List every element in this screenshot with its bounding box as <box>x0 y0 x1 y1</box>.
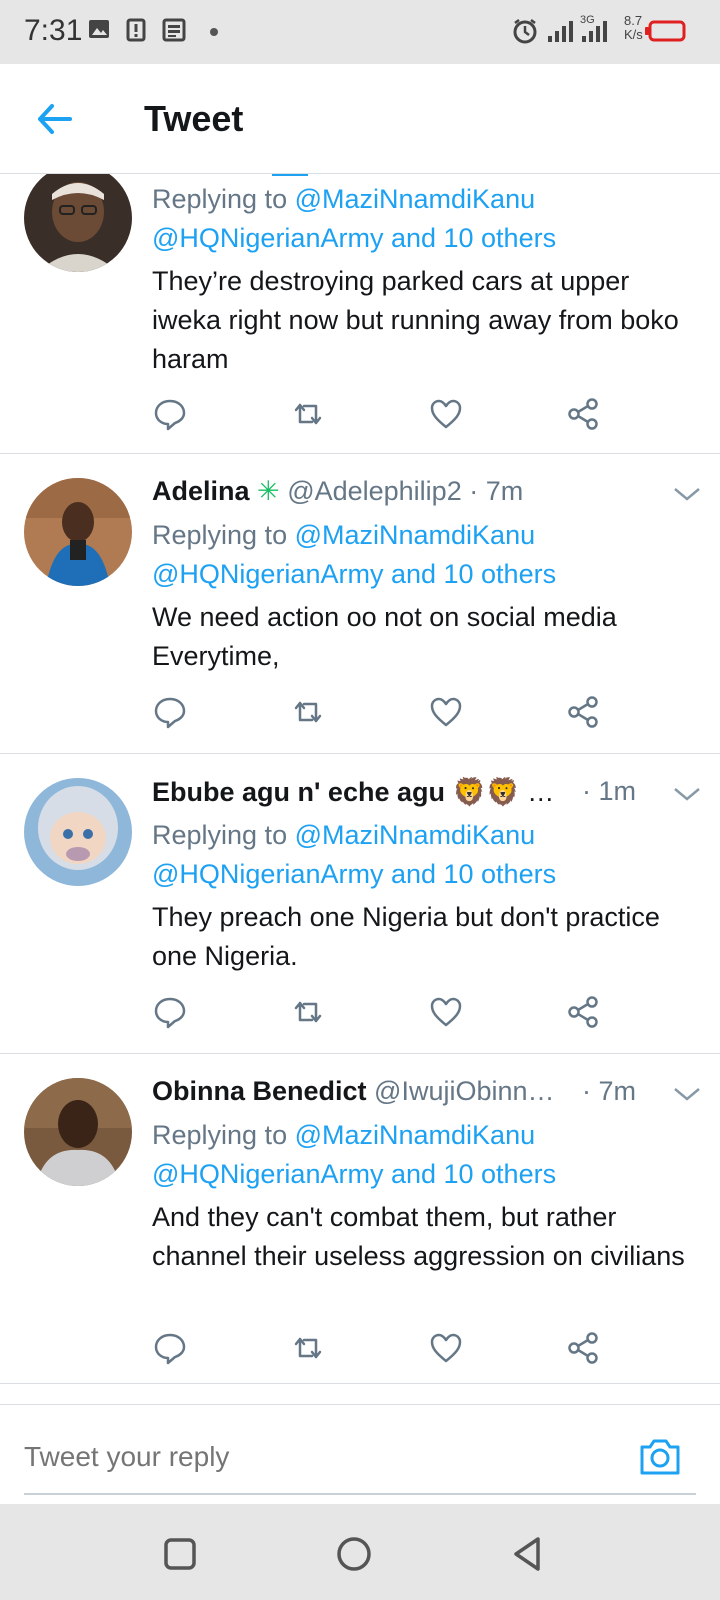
camera-icon[interactable] <box>638 1435 682 1477</box>
tweet-actions <box>152 694 612 734</box>
reply-icon[interactable] <box>152 994 188 1030</box>
tweet-time: · 7m <box>582 1076 636 1106</box>
avatar-image <box>24 174 132 272</box>
tweet-item[interactable]: Adelina ✳ @Adelephilip2 · 7m Replying to… <box>0 454 720 754</box>
retweet-icon[interactable] <box>290 396 326 432</box>
tweet-text: And they can't combat them, but rather c… <box>152 1202 685 1271</box>
share-icon[interactable] <box>566 694 602 730</box>
reply-icon[interactable] <box>152 1330 188 1366</box>
tweet-time: · 7m <box>469 476 524 506</box>
retweet-icon[interactable] <box>290 994 326 1030</box>
like-icon[interactable] <box>428 396 464 432</box>
mention-link[interactable]: @MaziNnamdiKanu <box>295 184 536 214</box>
tweet-text: They’re destroying parked cars at upper … <box>152 266 679 374</box>
tweet-feed[interactable]: Replying to @MaziNnamdiKanu @HQNigerianA… <box>0 174 720 1404</box>
name-emoji: 🦁🦁 … <box>452 777 555 807</box>
share-icon[interactable] <box>566 1330 602 1366</box>
partial-verified-badge <box>272 174 308 176</box>
avatar[interactable] <box>24 778 132 886</box>
mention-link[interactable]: @HQNigerianArmy and 10 others <box>152 559 556 589</box>
status-time: 7:31 <box>24 14 83 47</box>
chevron-down-icon[interactable] <box>672 484 702 504</box>
tweet-text: We need action oo not on social media Ev… <box>152 602 617 671</box>
tweet-item[interactable]: Replying to @MaziNnamdiKanu @HQNigerianA… <box>0 174 720 454</box>
image-icon <box>89 20 109 38</box>
mention-link[interactable]: @HQNigerianArmy and 10 others <box>152 1159 556 1189</box>
alarm-icon <box>513 19 537 44</box>
like-icon[interactable] <box>428 994 464 1030</box>
page-title: Tweet <box>144 98 244 139</box>
reply-icon[interactable] <box>152 396 188 432</box>
reply-input[interactable] <box>24 1435 624 1479</box>
display-name[interactable]: Ebube agu n' eche agu <box>152 777 445 807</box>
system-nav-bar <box>0 1504 720 1600</box>
tweet-actions <box>152 396 612 436</box>
replying-to: Replying to @MaziNnamdiKanu @HQNigerianA… <box>152 1120 557 1189</box>
display-name[interactable]: Adelina <box>152 476 250 506</box>
user-handle[interactable]: @Adelephilip2 <box>287 476 462 506</box>
reply-icon[interactable] <box>152 694 188 730</box>
like-icon[interactable] <box>428 694 464 730</box>
chevron-down-icon[interactable] <box>672 784 702 804</box>
tweet-header: Obinna Benedict @IwujiObinn… · 7m <box>152 1076 696 1112</box>
back-arrow-icon[interactable] <box>30 94 80 144</box>
chevron-down-icon[interactable] <box>672 1084 702 1104</box>
tweet-header: Adelina ✳ @Adelephilip2 · 7m <box>152 476 696 512</box>
signal-3g-icon <box>582 21 607 42</box>
mention-link[interactable]: @MaziNnamdiKanu <box>295 1120 536 1150</box>
retweet-icon[interactable] <box>290 1330 326 1366</box>
tweet-time: · 1m <box>582 776 636 806</box>
tweet-actions <box>152 1330 612 1370</box>
share-icon[interactable] <box>566 396 602 432</box>
reply-bar <box>0 1404 720 1504</box>
mention-link[interactable]: @MaziNnamdiKanu <box>295 520 536 550</box>
avatar-image <box>24 478 132 586</box>
avatar-image <box>24 1078 132 1186</box>
avatar[interactable] <box>24 1078 132 1186</box>
mention-link[interactable]: @HQNigerianArmy and 10 others <box>152 859 556 889</box>
notification-dot <box>210 28 218 36</box>
back-nav-icon[interactable] <box>508 1534 548 1574</box>
tweet-actions <box>152 994 612 1034</box>
tweet-text: They preach one Nigeria but don't practi… <box>152 902 660 971</box>
network-speed: 8.7 K/s <box>624 13 643 42</box>
tweet-item[interactable]: Ebube agu n' eche agu 🦁🦁 … · 1m Replying… <box>0 754 720 1054</box>
alert-icon <box>126 18 146 42</box>
replying-to: Replying to @MaziNnamdiKanu @HQNigerianA… <box>152 520 557 589</box>
share-icon[interactable] <box>566 994 602 1030</box>
status-bar: 7:31 3G 8.7 K/s <box>0 0 720 64</box>
mention-link[interactable]: @MaziNnamdiKanu <box>295 820 536 850</box>
recent-apps-icon[interactable] <box>160 1534 200 1574</box>
name-badge: ✳ <box>257 476 280 506</box>
replying-to: Replying to @MaziNnamdiKanu @HQNigerianA… <box>152 820 557 889</box>
battery-icon <box>645 20 686 42</box>
user-handle[interactable]: @IwujiObinn… <box>374 1076 554 1106</box>
avatar-image <box>24 778 132 886</box>
signal-icon <box>548 21 573 42</box>
display-name[interactable]: Obinna Benedict <box>152 1076 367 1106</box>
replying-to: Replying to @MaziNnamdiKanu @HQNigerianA… <box>152 184 557 253</box>
like-icon[interactable] <box>428 1330 464 1366</box>
tweet-item[interactable]: Obinna Benedict @IwujiObinn… · 7m Replyi… <box>0 1054 720 1384</box>
tweet-header: Ebube agu n' eche agu 🦁🦁 … · 1m <box>152 776 696 812</box>
avatar[interactable] <box>24 478 132 586</box>
app-header: Tweet <box>0 64 720 174</box>
retweet-icon[interactable] <box>290 694 326 730</box>
avatar[interactable] <box>24 174 132 272</box>
news-icon <box>162 18 186 42</box>
home-icon[interactable] <box>334 1534 374 1574</box>
reply-underline <box>24 1493 696 1495</box>
mention-link[interactable]: @HQNigerianArmy and 10 others <box>152 223 556 253</box>
